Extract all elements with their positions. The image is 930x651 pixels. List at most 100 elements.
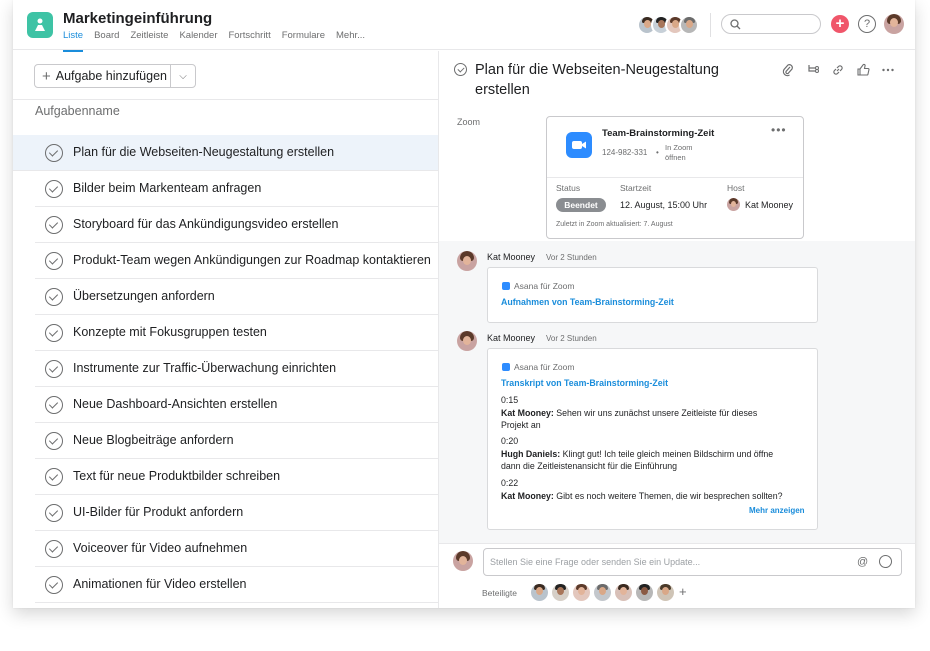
detail-toolbar: [781, 63, 895, 77]
activity-card: Asana für Zoom Transkript von Team-Brain…: [487, 348, 818, 530]
task-row[interactable]: Storyboard für das Ankündigungsvideo ers…: [35, 207, 438, 243]
tab-calendar[interactable]: Kalender: [179, 30, 217, 47]
zoom-icon: [502, 363, 510, 371]
mark-complete-icon[interactable]: [454, 63, 467, 76]
complete-check-icon[interactable]: [45, 576, 63, 594]
tab-board[interactable]: Board: [94, 30, 119, 47]
task-row[interactable]: Konzepte mit Fokusgruppen testen: [35, 315, 438, 351]
attachment-icon[interactable]: [781, 63, 795, 77]
task-name[interactable]: Animationen für Video erstellen: [73, 577, 247, 591]
tab-more[interactable]: Mehr...: [336, 30, 365, 47]
task-row[interactable]: Bilder beim Markenteam anfragen: [35, 171, 438, 207]
divider: [439, 543, 915, 544]
like-icon[interactable]: [856, 63, 870, 77]
complete-check-icon[interactable]: [45, 360, 63, 378]
task-name[interactable]: Voiceover für Video aufnehmen: [73, 541, 247, 555]
task-name[interactable]: Storyboard für das Ankündigungsvideo ers…: [73, 217, 338, 231]
task-row[interactable]: Plan für die Webseiten-Neugestaltung ers…: [13, 135, 438, 171]
complete-check-icon[interactable]: [45, 468, 63, 486]
complete-check-icon[interactable]: [45, 432, 63, 450]
task-name[interactable]: Plan für die Webseiten-Neugestaltung ers…: [73, 145, 334, 159]
complete-check-icon[interactable]: [45, 396, 63, 414]
tab-timeline[interactable]: Zeitleiste: [130, 30, 168, 47]
task-name[interactable]: Neue Blogbeiträge anfordern: [73, 433, 234, 447]
avatar[interactable]: [679, 15, 699, 35]
zoom-meeting-id: 124-982-331: [602, 148, 648, 157]
task-list: Plan für die Webseiten-Neugestaltung ers…: [13, 135, 438, 603]
add-task-main[interactable]: + Aufgabe hinzufügen: [35, 65, 171, 87]
avatar[interactable]: [615, 584, 632, 601]
link-icon[interactable]: [831, 63, 845, 77]
task-row[interactable]: UI-Bilder für Produkt anfordern: [35, 495, 438, 531]
task-row[interactable]: Neue Dashboard-Ansichten erstellen: [35, 387, 438, 423]
add-collaborator-button[interactable]: +: [679, 584, 687, 599]
complete-check-icon[interactable]: [45, 216, 63, 234]
complete-check-icon[interactable]: [45, 540, 63, 558]
activity-source: Asana für Zoom: [514, 281, 575, 291]
avatar[interactable]: [457, 331, 477, 351]
task-detail-title[interactable]: Plan für die Webseiten-Neugestaltung ers…: [475, 60, 745, 100]
avatar[interactable]: [636, 584, 653, 601]
tab-progress[interactable]: Fortschritt: [228, 30, 270, 47]
avatar[interactable]: [573, 584, 590, 601]
complete-check-icon[interactable]: [45, 180, 63, 198]
top-bar: Marketingeinführung Liste Board Zeitleis…: [13, 0, 915, 52]
task-name[interactable]: Konzepte mit Fokusgruppen testen: [73, 325, 267, 339]
comment-author[interactable]: Kat Mooney: [487, 252, 535, 262]
user-avatar[interactable]: [884, 14, 904, 34]
activity-card: Asana für Zoom Aufnahmen von Team-Brains…: [487, 267, 818, 323]
transcript-line: Hugh Daniels: Klingt gut! Ich teile glei…: [501, 448, 813, 461]
task-row[interactable]: Text für neue Produktbilder schreiben: [35, 459, 438, 495]
task-row[interactable]: Instrumente zur Traffic-Überwachung einr…: [35, 351, 438, 387]
complete-check-icon[interactable]: [45, 324, 63, 342]
project-members[interactable]: [637, 15, 699, 35]
separator-dot: •: [656, 148, 659, 157]
complete-check-icon[interactable]: [45, 504, 63, 522]
add-task-button[interactable]: + Aufgabe hinzufügen ⌵: [34, 64, 196, 88]
transcript-text: Gibt es noch weitere Themen, die wir bes…: [556, 490, 783, 501]
subtask-icon[interactable]: [806, 63, 820, 77]
task-name[interactable]: Übersetzungen anfordern: [73, 289, 215, 303]
project-icon[interactable]: [27, 12, 53, 38]
complete-check-icon[interactable]: [45, 144, 63, 162]
tab-list[interactable]: Liste: [63, 30, 84, 52]
avatar[interactable]: [531, 584, 548, 601]
comment-author[interactable]: Kat Mooney: [487, 333, 535, 343]
task-row[interactable]: Animationen für Video erstellen: [35, 567, 438, 603]
task-row[interactable]: Voiceover für Video aufnehmen: [35, 531, 438, 567]
column-header-label[interactable]: Aufgabenname: [35, 102, 120, 120]
task-row[interactable]: Produkt-Team wegen Ankündigungen zur Roa…: [35, 243, 438, 279]
host-value: Kat Mooney: [745, 200, 794, 210]
task-name[interactable]: Produkt-Team wegen Ankündigungen zur Roa…: [73, 253, 431, 267]
more-options-icon[interactable]: [881, 63, 895, 77]
task-row[interactable]: Neue Blogbeiträge anfordern: [35, 423, 438, 459]
search-input[interactable]: [721, 14, 821, 34]
emoji-icon[interactable]: [879, 555, 892, 568]
project-title[interactable]: Marketingeinführung: [63, 10, 212, 27]
chevron-down-icon[interactable]: ⌵: [171, 71, 195, 82]
avatar[interactable]: [657, 584, 674, 601]
avatar[interactable]: [594, 584, 611, 601]
transcript-text: Klingt gut! Ich teile gleich meinen Bild…: [562, 448, 774, 459]
task-name[interactable]: Instrumente zur Traffic-Überwachung einr…: [73, 361, 336, 375]
help-icon[interactable]: ?: [858, 15, 876, 33]
show-more-link[interactable]: Mehr anzeigen: [749, 506, 805, 515]
project-tabs: Liste Board Zeitleiste Kalender Fortschr…: [63, 30, 365, 52]
tab-forms[interactable]: Formulare: [282, 30, 325, 47]
task-name[interactable]: UI-Bilder für Produkt anfordern: [73, 505, 243, 519]
recording-link[interactable]: Aufnahmen von Team-Brainstorming-Zeit: [501, 297, 674, 307]
mention-icon[interactable]: @: [857, 556, 868, 568]
more-options-icon[interactable]: •••: [771, 123, 787, 137]
avatar[interactable]: [552, 584, 569, 601]
task-name[interactable]: Text für neue Produktbilder schreiben: [73, 469, 280, 483]
task-name[interactable]: Bilder beim Markenteam anfragen: [73, 181, 261, 195]
quick-add-button[interactable]: +: [831, 15, 849, 33]
avatar[interactable]: [457, 251, 477, 271]
transcript-link[interactable]: Transkript von Team-Brainstorming-Zeit: [501, 378, 668, 388]
complete-check-icon[interactable]: [45, 288, 63, 306]
task-row[interactable]: Übersetzungen anfordern: [35, 279, 438, 315]
open-in-zoom-link[interactable]: In Zoom öffnen: [665, 143, 705, 163]
comment-input[interactable]: Stellen Sie eine Frage oder senden Sie e…: [483, 548, 902, 576]
task-name[interactable]: Neue Dashboard-Ansichten erstellen: [73, 397, 277, 411]
complete-check-icon[interactable]: [45, 252, 63, 270]
